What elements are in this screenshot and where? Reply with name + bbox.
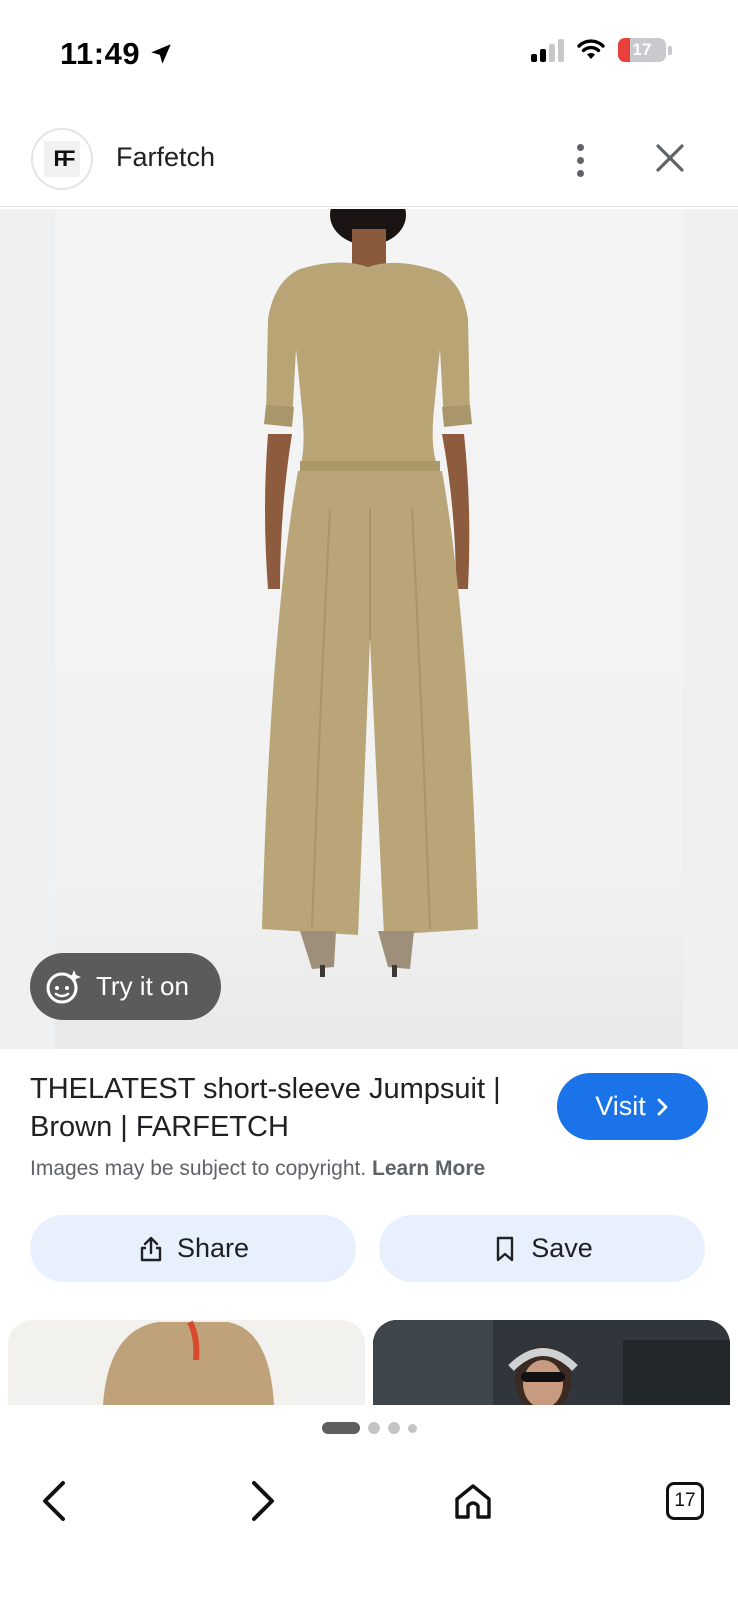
share-button[interactable]: Share [30, 1215, 356, 1282]
page-dot-active [321, 1422, 360, 1434]
share-label: Share [176, 1233, 250, 1263]
battery-cap [668, 45, 672, 55]
related-image-thumbnail[interactable] [373, 1320, 730, 1405]
site-logo[interactable]: FF [31, 128, 93, 190]
copyright-text: Images may be subject to copyright. [30, 1157, 367, 1180]
battery-icon: 17 [618, 38, 666, 62]
product-title[interactable]: THELATEST short-sleeve Jumpsuit | Brown … [30, 1070, 540, 1146]
status-indicators: 17 [531, 38, 672, 62]
forward-button[interactable] [233, 1471, 293, 1531]
site-logo-mark: FF [44, 141, 80, 177]
copyright-notice: Images may be subject to copyright. Lear… [30, 1157, 485, 1181]
page-dot [367, 1422, 380, 1434]
site-name[interactable]: Farfetch [116, 142, 215, 173]
site-header: FF Farfetch [0, 112, 738, 207]
visit-button[interactable]: Visit [557, 1073, 708, 1140]
status-bar: 11:49 17 [0, 0, 738, 110]
tabs-icon: 17 [666, 1482, 704, 1520]
carousel-pagination [0, 1422, 738, 1434]
product-image[interactable] [0, 209, 738, 1049]
chevron-right-icon [657, 1098, 668, 1115]
page-dot [387, 1422, 400, 1434]
related-image-thumbnail[interactable] [8, 1320, 365, 1405]
learn-more-link[interactable]: Learn More [372, 1157, 485, 1180]
close-icon[interactable] [650, 138, 690, 178]
home-button[interactable] [443, 1471, 503, 1531]
browser-toolbar: 17 [0, 1455, 738, 1600]
save-label: Save [531, 1233, 593, 1263]
home-icon [455, 1484, 491, 1519]
visit-label: Visit [595, 1091, 646, 1121]
share-icon [140, 1236, 162, 1261]
cellular-signal-icon [531, 38, 564, 62]
jumpsuit-photo [262, 209, 478, 977]
try-it-on-button[interactable]: Try it on [30, 953, 221, 1020]
more-options-button[interactable] [561, 136, 599, 184]
wifi-icon [577, 39, 605, 59]
bookmark-icon [497, 1236, 514, 1261]
back-arrow-icon [43, 1481, 65, 1521]
save-button[interactable]: Save [379, 1215, 705, 1282]
forward-arrow-icon [252, 1481, 274, 1521]
back-button[interactable] [24, 1471, 84, 1531]
page-dot [407, 1423, 417, 1433]
virtual-try-on-icon [46, 969, 81, 1003]
try-it-on-label: Try it on [96, 971, 189, 1001]
related-lifestyle-photo [373, 1320, 730, 1405]
tabs-button[interactable]: 17 [655, 1471, 715, 1531]
more-vertical-icon [576, 143, 584, 151]
tab-count: 17 [674, 1490, 696, 1511]
related-product-photo [103, 1320, 274, 1405]
status-time-text: 11:49 [60, 36, 141, 71]
location-arrow-icon [151, 44, 171, 64]
status-time: 11:49 [60, 36, 174, 72]
battery-level: 17 [632, 40, 652, 59]
